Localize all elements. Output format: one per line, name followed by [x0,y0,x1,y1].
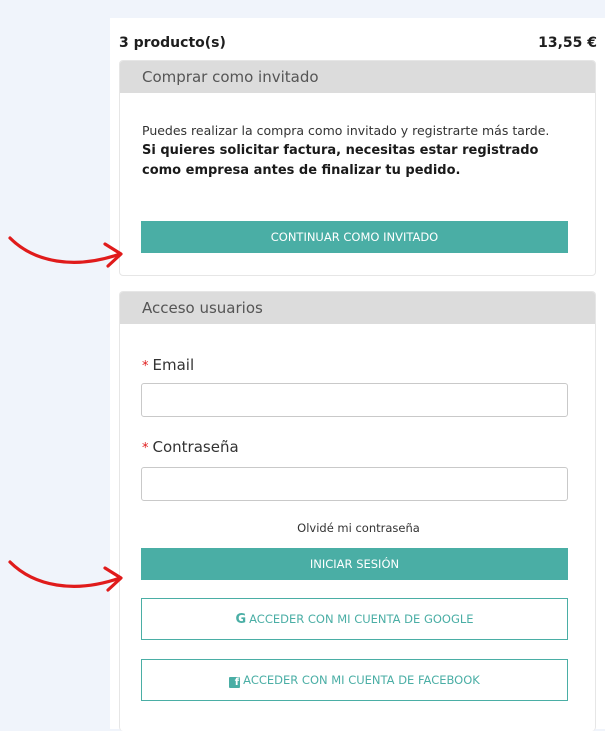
google-icon: G [235,612,247,627]
password-label-text: Contraseña [152,438,239,456]
continue-as-guest-button[interactable]: CONTINUAR COMO INVITADO [141,221,568,253]
email-label: * Email [142,356,194,374]
facebook-login-button[interactable]: f ACCEDER CON MI CUENTA DE FACEBOOK [141,659,568,701]
email-field[interactable] [141,383,568,417]
email-label-text: Email [152,356,195,374]
checkout-page: 3 producto(s) 13,55 € Comprar como invit… [110,18,605,731]
login-button[interactable]: INICIAR SESIÓN [141,548,568,580]
curved-arrow-icon [8,236,123,268]
guest-checkout-panel: Comprar como invitado Puedes realizar la… [119,60,596,276]
forgot-password-link[interactable]: Olvidé mi contraseña [120,521,595,535]
google-login-label: ACCEDER CON MI CUENTA DE GOOGLE [249,612,474,626]
guest-panel-header: Comprar como invitado [120,61,595,93]
required-marker: * [142,441,149,456]
cart-item-count: 3 producto(s) [119,35,226,51]
facebook-login-label: ACCEDER CON MI CUENTA DE FACEBOOK [243,673,480,687]
required-marker: * [142,359,149,374]
login-panel-header: Acceso usuarios [120,292,595,324]
password-label: * Contraseña [142,438,239,456]
guest-info-text: Puedes realizar la compra como invitado … [142,123,550,138]
password-field[interactable] [141,467,568,501]
curved-arrow-icon [8,560,123,592]
cart-total: 13,55 € [538,35,597,51]
google-login-button[interactable]: G ACCEDER CON MI CUENTA DE GOOGLE [141,598,568,640]
invoice-notice: Si quieres solicitar factura, necesitas … [142,143,539,178]
facebook-icon: f [229,677,241,688]
user-login-panel: Acceso usuarios * Email * Contraseña Olvid… [119,291,596,731]
guest-description: Puedes realizar la compra como invitado … [142,121,582,181]
